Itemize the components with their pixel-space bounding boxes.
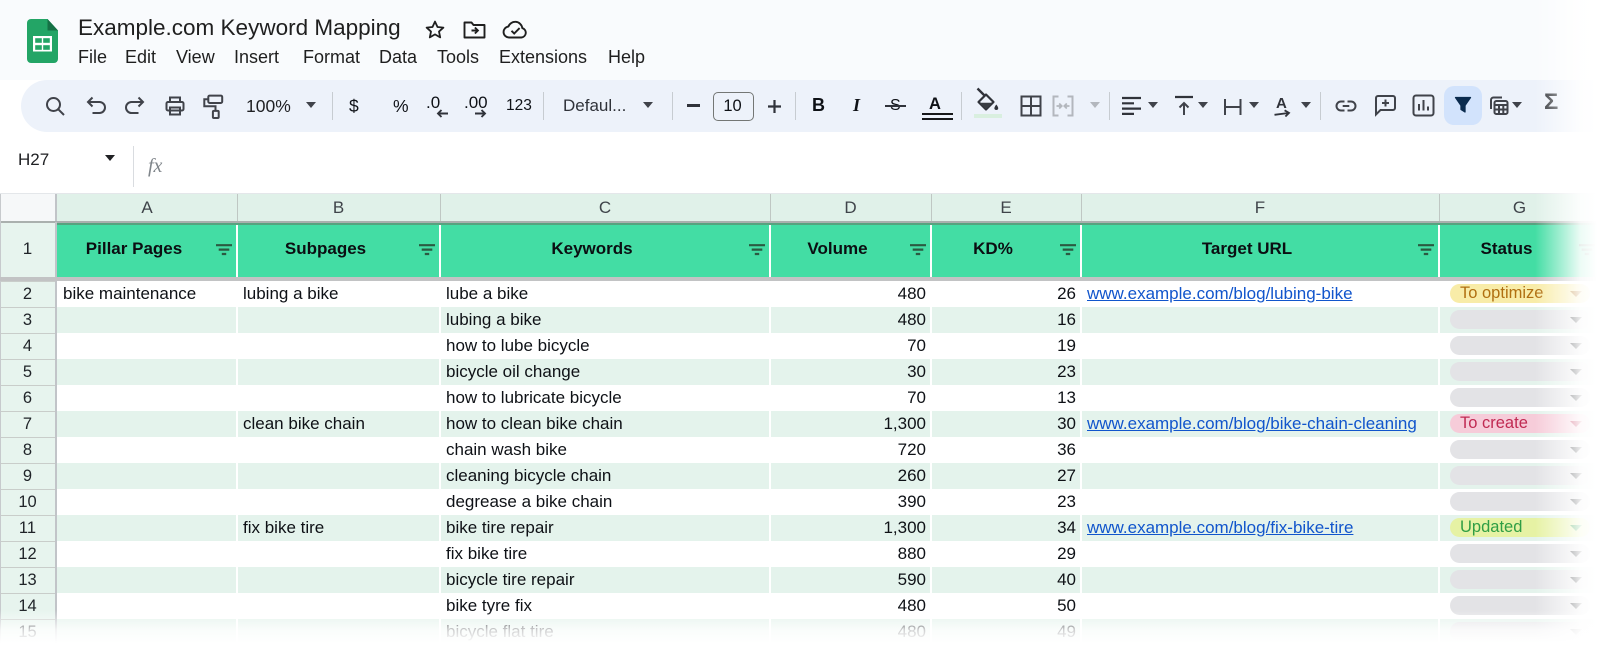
svg-text:A: A [1276, 95, 1287, 112]
